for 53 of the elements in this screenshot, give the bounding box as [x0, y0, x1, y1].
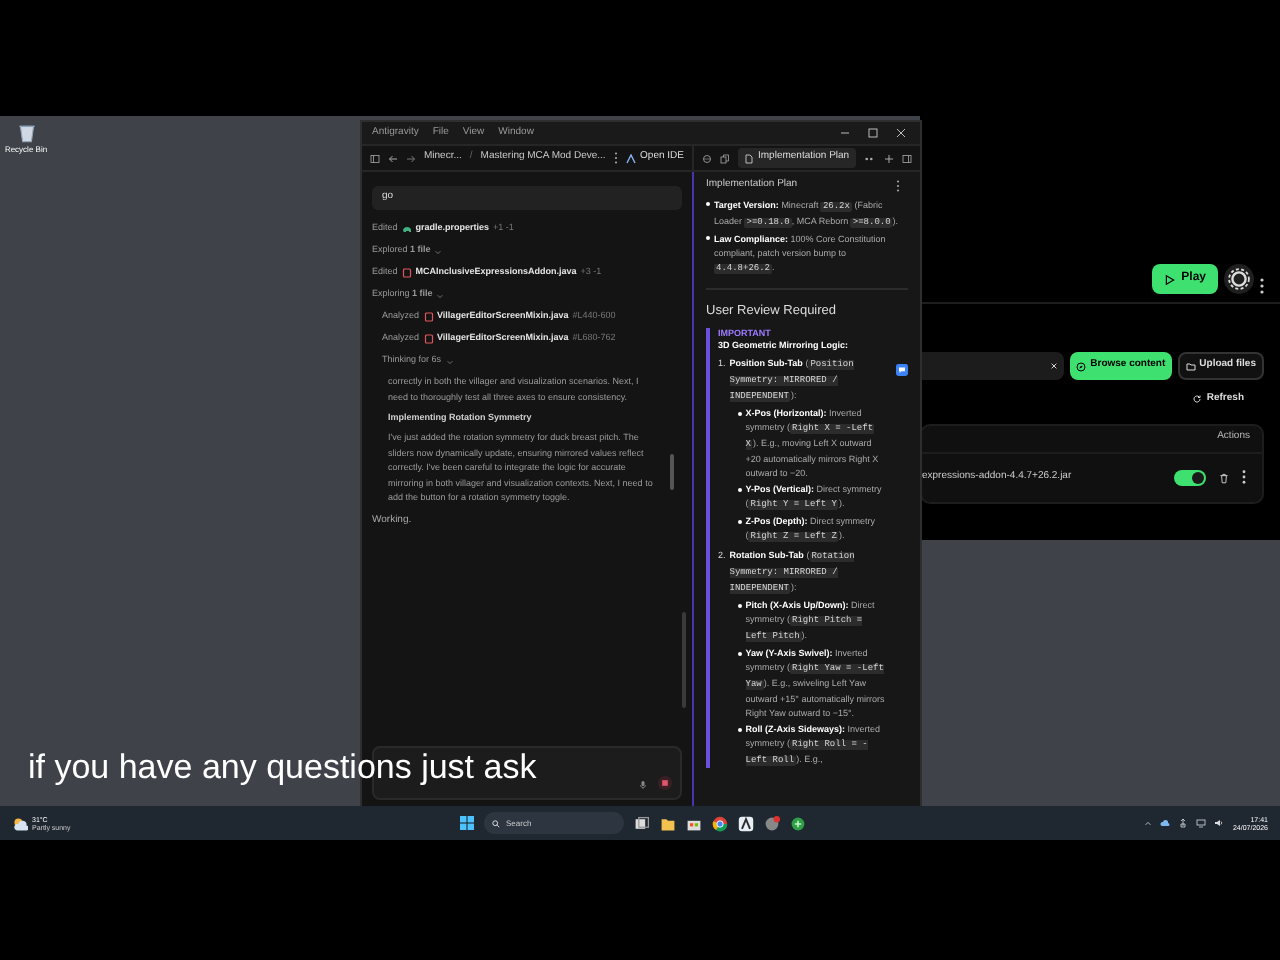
bullet-icon — [737, 411, 742, 416]
more-icon[interactable] — [863, 155, 874, 161]
scrollbar-thumb — [670, 454, 674, 490]
chevron-up-icon[interactable] — [1144, 819, 1153, 827]
copy-icon[interactable] — [720, 153, 730, 163]
microphone-icon[interactable] — [638, 780, 648, 790]
bullet-icon — [737, 651, 742, 656]
bullet-icon — [737, 487, 742, 492]
add-icon[interactable] — [884, 153, 894, 163]
bullet-icon — [737, 603, 742, 608]
maximize-icon[interactable] — [868, 128, 878, 138]
cloud-icon[interactable] — [1160, 818, 1171, 828]
folder-icon[interactable] — [660, 815, 676, 831]
file-icon — [401, 268, 412, 278]
volume-icon[interactable] — [1214, 818, 1225, 828]
enable-toggle[interactable] — [1174, 469, 1206, 485]
minimize-icon[interactable] — [840, 128, 850, 138]
compass-icon — [1076, 361, 1087, 371]
task-view-icon[interactable] — [634, 815, 650, 831]
bullet-icon — [737, 727, 742, 732]
file-icon — [423, 312, 434, 322]
back-icon[interactable] — [388, 153, 398, 163]
globe-icon[interactable] — [702, 153, 712, 163]
clear-icon[interactable] — [1050, 362, 1059, 370]
scrollbar-thumb — [682, 612, 686, 708]
bullet-icon — [737, 519, 742, 524]
sidebar-icon[interactable] — [370, 153, 380, 163]
search-field[interactable] — [920, 352, 1065, 380]
play-icon — [1163, 273, 1176, 285]
weather-icon[interactable] — [12, 815, 28, 831]
antigravity-logo-icon — [626, 153, 637, 163]
network-icon[interactable] — [1196, 818, 1207, 828]
stop-icon[interactable] — [658, 776, 672, 790]
chevron-icon — [436, 291, 445, 299]
close-icon[interactable] — [896, 128, 906, 138]
file-icon — [423, 334, 434, 344]
folder-icon — [1185, 361, 1196, 371]
trash-icon[interactable] — [1218, 471, 1230, 483]
app-icon[interactable] — [738, 815, 754, 831]
document-icon — [744, 153, 754, 163]
app-icon[interactable] — [790, 815, 806, 831]
panel-icon[interactable] — [902, 153, 912, 163]
chevron-icon — [445, 357, 454, 365]
store-icon[interactable] — [686, 815, 702, 831]
chevron-icon — [434, 247, 443, 255]
settings-icon[interactable] — [1224, 264, 1254, 294]
windows-logo-icon[interactable] — [460, 816, 474, 830]
recycle-bin-icon[interactable] — [15, 122, 37, 144]
comment-icon[interactable] — [896, 364, 908, 377]
subtitle-text: if you have any questions just ask — [28, 748, 537, 788]
search-icon — [492, 819, 500, 827]
refresh-icon — [1192, 394, 1203, 405]
browser-icon[interactable] — [712, 815, 728, 831]
